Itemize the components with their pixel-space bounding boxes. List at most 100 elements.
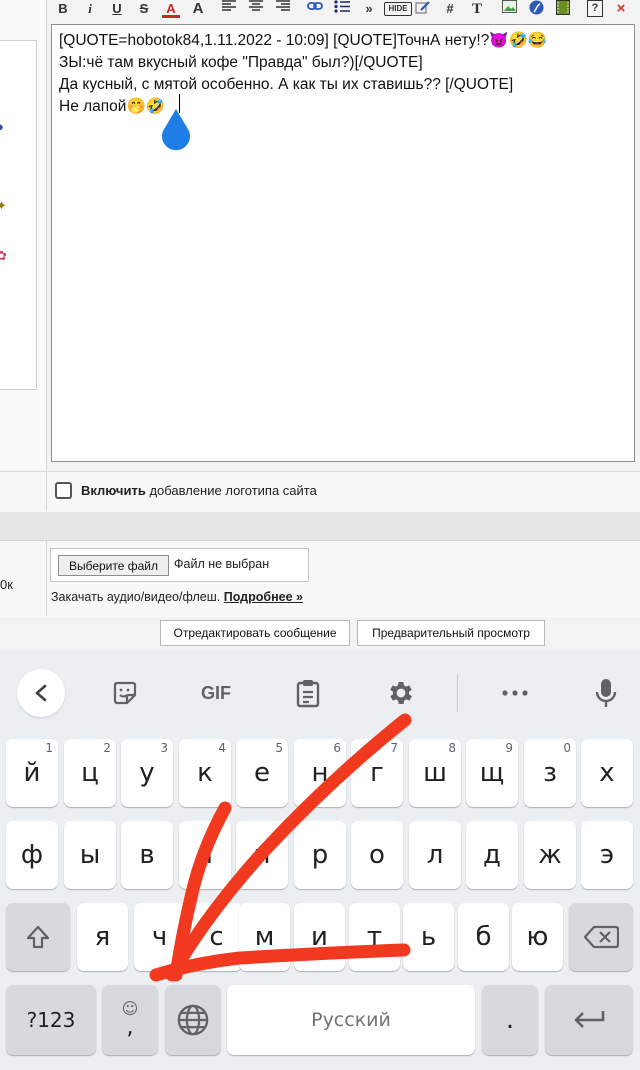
key[interactable]: а — [179, 821, 231, 889]
key[interactable]: д — [466, 821, 518, 889]
sticker-button[interactable] — [107, 676, 143, 710]
key[interactable]: ь — [403, 903, 454, 971]
key[interactable]: щ9 — [466, 739, 518, 807]
quote-button[interactable]: » — [360, 0, 378, 18]
choose-file-button[interactable]: Выберите файл — [58, 555, 169, 576]
key[interactable]: й1 — [6, 739, 58, 807]
clipboard-button[interactable] — [290, 676, 326, 710]
key[interactable]: ш8 — [409, 739, 461, 807]
shift-key[interactable] — [6, 903, 70, 971]
settings-button[interactable] — [383, 676, 419, 710]
key[interactable]: м — [239, 903, 290, 971]
period-key[interactable]: . — [482, 985, 538, 1055]
gear-icon — [390, 682, 412, 704]
flash-icon[interactable] — [527, 0, 545, 18]
video-icon[interactable] — [554, 0, 572, 18]
microphone-icon — [595, 679, 617, 707]
editor-line: ЗЫ:чё там вкусный кофе "Правда" был?)[/Q… — [59, 54, 423, 71]
edit-message-button[interactable]: Отредактировать сообщение — [160, 620, 350, 646]
key[interactable]: б — [458, 903, 509, 971]
key[interactable]: ч — [134, 903, 185, 971]
key[interactable]: ж — [524, 821, 576, 889]
cursor-handle-icon[interactable] — [159, 109, 193, 153]
editor-line: [QUOTE=hobotok84,1.11.2022 - 10:09] [QUO… — [59, 32, 548, 49]
smilies-panel: ● ✦ ✿ — [0, 40, 37, 390]
underline-button[interactable]: U — [108, 0, 126, 18]
key[interactable]: у3 — [121, 739, 173, 807]
close-button[interactable]: × — [612, 0, 630, 18]
help-button[interactable]: ? — [587, 0, 603, 17]
key[interactable]: г7 — [351, 739, 403, 807]
enter-key[interactable] — [545, 985, 633, 1055]
bbcode-toolbar: B i U S A A » HIDE # T ? × — [50, 0, 640, 22]
file-status: Файл не выбран — [174, 557, 270, 571]
smiley-icon[interactable]: ● — [0, 119, 4, 134]
key[interactable]: о — [351, 821, 403, 889]
font-color-button[interactable]: A — [162, 0, 180, 18]
strike-button[interactable]: S — [135, 0, 153, 18]
align-right-icon[interactable] — [274, 0, 292, 18]
hide-button[interactable]: HIDE — [384, 2, 412, 16]
backspace-key[interactable] — [569, 903, 633, 971]
enter-icon — [574, 1011, 605, 1028]
voice-input-button[interactable] — [588, 676, 624, 710]
hash-button[interactable]: # — [441, 0, 459, 18]
logo-option-label: Включить добавление логотипа сайта — [81, 483, 317, 498]
text-button[interactable]: T — [468, 0, 486, 18]
key[interactable]: н6 — [294, 739, 346, 807]
smiley-icon[interactable]: ✿ — [0, 248, 7, 264]
key[interactable]: и — [294, 903, 345, 971]
language-key[interactable] — [165, 985, 221, 1055]
preview-button[interactable]: Предварительный просмотр — [357, 620, 545, 646]
font-size-button[interactable]: A — [189, 0, 207, 18]
space-key[interactable]: Русский — [227, 985, 475, 1055]
gif-button[interactable]: GIF — [193, 676, 239, 710]
list-icon[interactable] — [333, 0, 351, 18]
sticker-icon — [113, 681, 137, 705]
more-link[interactable]: Подробнее » — [224, 590, 303, 604]
logo-checkbox[interactable] — [55, 482, 72, 499]
symbols-key[interactable]: ?123 — [6, 985, 96, 1055]
key[interactable]: р — [294, 821, 346, 889]
key[interactable]: з0 — [524, 739, 576, 807]
align-left-icon[interactable] — [220, 0, 238, 18]
upload-hint: Закачать аудио/видео/флеш. Подробнее » — [51, 590, 303, 604]
message-textarea[interactable]: [QUOTE=hobotok84,1.11.2022 - 10:09] [QUO… — [51, 24, 635, 462]
key[interactable]: ф — [6, 821, 58, 889]
globe-icon — [177, 1004, 209, 1036]
chevron-left-icon — [35, 684, 47, 702]
key[interactable]: ю — [512, 903, 563, 971]
bold-button[interactable]: B — [54, 0, 72, 18]
more-options-button[interactable] — [497, 676, 533, 710]
smiley-icon[interactable]: ✦ — [0, 198, 7, 214]
editor-line: Да кусный, с мятой особенно. А как ты их… — [59, 76, 514, 93]
size-label-fragment: 0к — [0, 577, 13, 592]
backspace-icon — [583, 925, 619, 949]
row-label-cell — [0, 471, 47, 511]
edit-pen-icon[interactable] — [414, 0, 432, 18]
shift-arrow-icon — [26, 925, 50, 949]
key[interactable]: п — [236, 821, 288, 889]
key[interactable]: к4 — [179, 739, 231, 807]
section-divider — [0, 512, 640, 540]
toolbar-separator — [457, 674, 458, 712]
key[interactable]: е5 — [236, 739, 288, 807]
italic-button[interactable]: i — [81, 0, 99, 18]
image-icon[interactable] — [500, 0, 518, 18]
key[interactable]: т — [349, 903, 400, 971]
key[interactable]: л — [409, 821, 461, 889]
key[interactable]: э — [581, 821, 633, 889]
collapse-toolbar-button[interactable] — [17, 669, 65, 717]
more-dots-icon — [502, 690, 528, 696]
key[interactable]: ц2 — [64, 739, 116, 807]
key[interactable]: с — [191, 903, 242, 971]
comma-key[interactable]: ☺ , — [102, 985, 158, 1055]
editor-line: Не лапой🤭🤣 — [59, 98, 166, 115]
link-icon[interactable] — [306, 0, 324, 18]
key[interactable]: я — [77, 903, 128, 971]
key[interactable]: в — [121, 821, 173, 889]
key[interactable]: х — [581, 739, 633, 807]
clipboard-icon — [296, 680, 320, 708]
key[interactable]: ы — [64, 821, 116, 889]
align-center-icon[interactable] — [247, 0, 265, 18]
